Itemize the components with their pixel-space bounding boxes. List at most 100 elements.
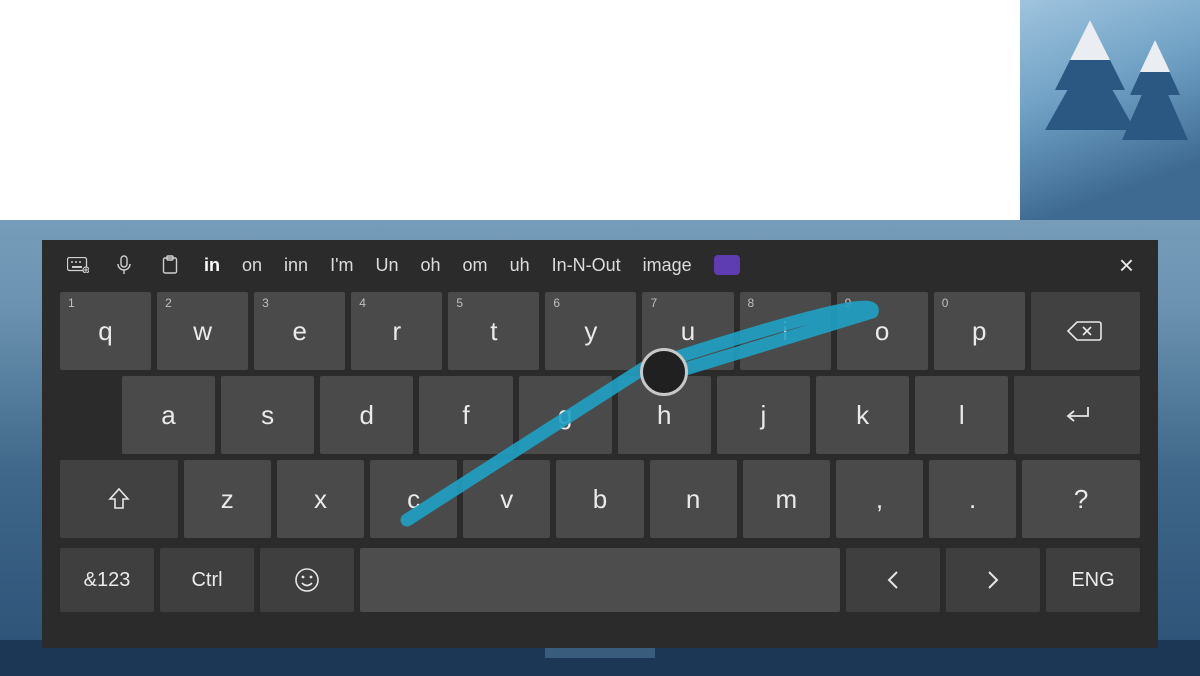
- key-hint: 9: [845, 296, 852, 310]
- key-hint: 8: [748, 296, 755, 310]
- key-label: n: [686, 484, 700, 515]
- key-comma[interactable]: ,: [836, 460, 923, 538]
- close-keyboard-button[interactable]: ×: [1119, 250, 1134, 281]
- key-label: ,: [876, 484, 883, 515]
- key-s[interactable]: s: [221, 376, 314, 454]
- key-i[interactable]: 8i: [740, 292, 831, 370]
- text-editor-window[interactable]: [0, 0, 1020, 220]
- suggestion-item[interactable]: Un: [376, 255, 399, 276]
- key-label: j: [761, 400, 767, 431]
- key-space[interactable]: [360, 548, 840, 612]
- key-d[interactable]: d: [320, 376, 413, 454]
- suggestion-item[interactable]: oh: [421, 255, 441, 276]
- key-label: q: [98, 316, 112, 347]
- suggestion-item[interactable]: inn: [284, 255, 308, 276]
- key-l[interactable]: l: [915, 376, 1008, 454]
- key-v[interactable]: v: [463, 460, 550, 538]
- touch-cursor-icon: [640, 348, 688, 396]
- clipboard-icon[interactable]: [158, 253, 182, 277]
- enter-icon: [1062, 404, 1092, 426]
- key-p[interactable]: 0p: [934, 292, 1025, 370]
- chevron-left-icon: [885, 568, 901, 592]
- key-backspace[interactable]: [1031, 292, 1140, 370]
- shift-icon: [108, 487, 130, 511]
- key-right-arrow[interactable]: [946, 548, 1040, 612]
- key-m[interactable]: m: [743, 460, 830, 538]
- key-label: l: [959, 400, 965, 431]
- key-hint: 1: [68, 296, 75, 310]
- key-x[interactable]: x: [277, 460, 364, 538]
- key-label: v: [500, 484, 513, 515]
- key-label: i: [782, 316, 788, 347]
- keyboard-rows: 1q 2w 3e 4r 5t 6y 7u 8i 9o 0p a s d f g …: [60, 292, 1140, 634]
- key-o[interactable]: 9o: [837, 292, 928, 370]
- key-label: .: [969, 484, 976, 515]
- key-r[interactable]: 4r: [351, 292, 442, 370]
- gif-picker-icon[interactable]: [714, 255, 740, 275]
- key-e[interactable]: 3e: [254, 292, 345, 370]
- key-label: o: [875, 316, 889, 347]
- key-emoji[interactable]: [260, 548, 354, 612]
- chevron-right-icon: [985, 568, 1001, 592]
- key-question[interactable]: ?: [1022, 460, 1140, 538]
- key-label: ?: [1074, 484, 1088, 515]
- key-symbols[interactable]: &123: [60, 548, 154, 612]
- key-z[interactable]: z: [184, 460, 271, 538]
- key-label: &123: [84, 569, 131, 592]
- key-hint: 0: [942, 296, 949, 310]
- key-f[interactable]: f: [419, 376, 512, 454]
- wallpaper-trees-art: [1030, 10, 1190, 190]
- key-label: w: [193, 316, 212, 347]
- key-label: r: [392, 316, 401, 347]
- key-label: a: [161, 400, 175, 431]
- suggestion-primary[interactable]: in: [204, 255, 220, 276]
- key-label: x: [314, 484, 327, 515]
- key-k[interactable]: k: [816, 376, 909, 454]
- key-label: g: [558, 400, 572, 431]
- key-hint: 5: [456, 296, 463, 310]
- key-n[interactable]: n: [650, 460, 737, 538]
- key-label: k: [856, 400, 869, 431]
- suggestion-item[interactable]: I'm: [330, 255, 353, 276]
- key-label: p: [972, 316, 986, 347]
- suggestion-item[interactable]: om: [463, 255, 488, 276]
- key-hint: 6: [553, 296, 560, 310]
- key-g[interactable]: g: [519, 376, 612, 454]
- key-period[interactable]: .: [929, 460, 1016, 538]
- key-label: u: [681, 316, 695, 347]
- key-w[interactable]: 2w: [157, 292, 248, 370]
- key-c[interactable]: c: [370, 460, 457, 538]
- key-label: d: [360, 400, 374, 431]
- key-label: s: [261, 400, 274, 431]
- key-j[interactable]: j: [717, 376, 810, 454]
- microphone-icon[interactable]: [112, 253, 136, 277]
- key-label: Ctrl: [191, 569, 222, 592]
- key-label: e: [292, 316, 306, 347]
- key-b[interactable]: b: [556, 460, 643, 538]
- key-enter[interactable]: [1014, 376, 1140, 454]
- key-label: m: [775, 484, 797, 515]
- key-hint: 2: [165, 296, 172, 310]
- suggestion-item[interactable]: on: [242, 255, 262, 276]
- key-shift[interactable]: [60, 460, 178, 538]
- keyboard-settings-icon[interactable]: [66, 253, 90, 277]
- key-q[interactable]: 1q: [60, 292, 151, 370]
- key-left-arrow[interactable]: [846, 548, 940, 612]
- key-row-3: z x c v b n m , . ?: [60, 460, 1140, 538]
- key-a[interactable]: a: [122, 376, 215, 454]
- suggestion-item[interactable]: image: [643, 255, 692, 276]
- key-ctrl[interactable]: Ctrl: [160, 548, 254, 612]
- key-label: z: [221, 484, 234, 515]
- suggestion-item[interactable]: In-N-Out: [552, 255, 621, 276]
- key-t[interactable]: 5t: [448, 292, 539, 370]
- key-hint: 4: [359, 296, 366, 310]
- key-hint: 7: [650, 296, 657, 310]
- key-language[interactable]: ENG: [1046, 548, 1140, 612]
- suggestion-item[interactable]: uh: [510, 255, 530, 276]
- key-y[interactable]: 6y: [545, 292, 636, 370]
- key-label: y: [584, 316, 597, 347]
- key-label: h: [657, 400, 671, 431]
- key-hint: 3: [262, 296, 269, 310]
- key-label: c: [407, 484, 420, 515]
- touch-keyboard-panel: in on inn I'm Un oh om uh In-N-Out image…: [42, 240, 1158, 648]
